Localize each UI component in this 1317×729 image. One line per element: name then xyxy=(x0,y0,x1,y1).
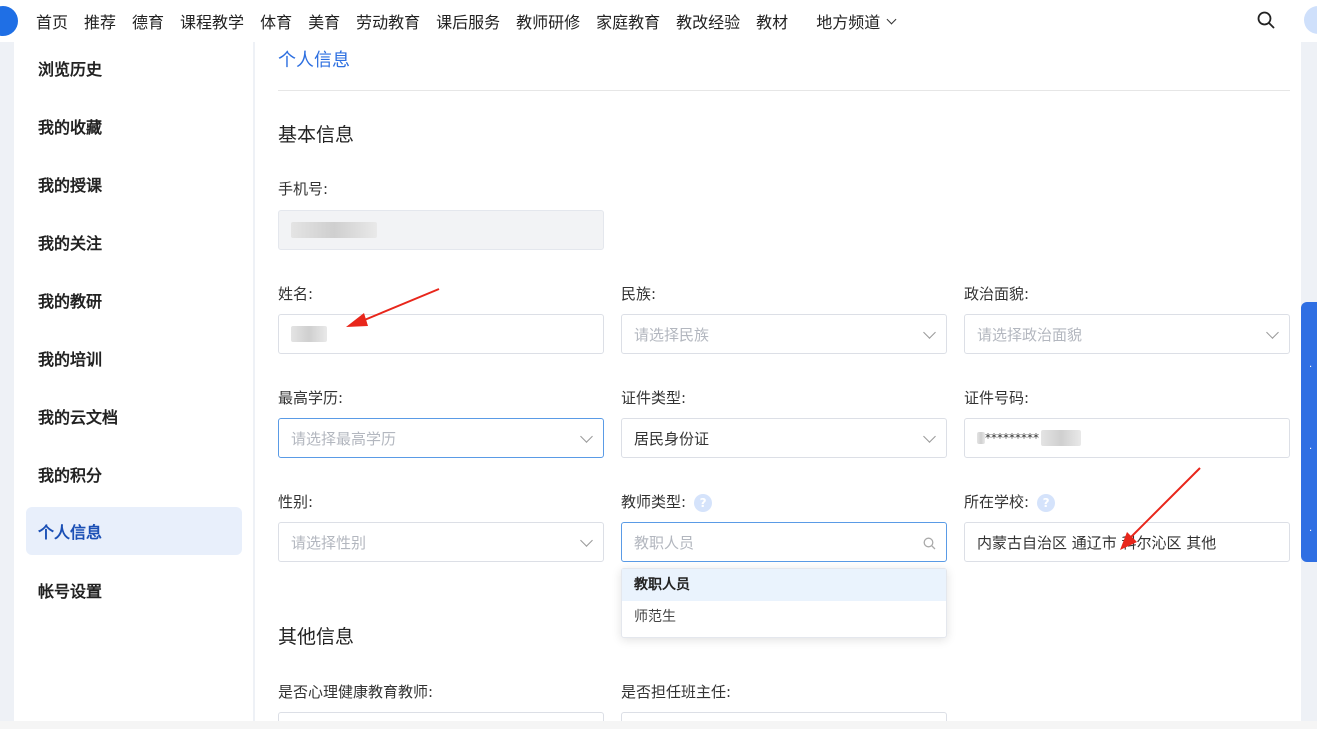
political-select[interactable]: 请选择政治面貌 xyxy=(964,314,1290,354)
section-title-other: 其他信息 xyxy=(278,626,355,648)
gender-label: 性别: xyxy=(278,493,314,511)
idnum-label: 证件号码: xyxy=(964,389,1030,407)
gender-placeholder: 请选择性别 xyxy=(291,533,367,552)
name-field[interactable] xyxy=(278,314,604,354)
teachertype-dropdown: 教职人员 师范生 xyxy=(621,568,947,638)
idtype-select[interactable]: 居民身份证 xyxy=(621,418,947,458)
sidebar-item-profile[interactable]: 个人信息 xyxy=(26,507,242,555)
education-label: 最高学历: xyxy=(278,389,344,407)
redacted-id-start xyxy=(977,432,985,444)
sidebar-item-following[interactable]: 我的关注 xyxy=(26,218,242,266)
search-icon[interactable] xyxy=(1257,11,1275,29)
search-icon xyxy=(923,537,936,550)
nav-item-family[interactable]: 家庭教育 xyxy=(596,9,660,33)
nav-item-teacher-training[interactable]: 教师研修 xyxy=(516,9,580,33)
teachertype-placeholder: 教职人员 xyxy=(634,533,695,552)
tab-profile[interactable]: 个人信息 xyxy=(278,46,350,72)
chevron-down-icon xyxy=(886,14,897,24)
main-content: 个人信息 基本信息 手机号: 姓名: 民族: 请选择民族 政治面貌: 请选择政治… xyxy=(255,42,1301,722)
teachertype-label: 教师类型:? xyxy=(621,491,713,512)
phone-field xyxy=(278,210,604,250)
redacted-name xyxy=(291,326,327,342)
ethnic-placeholder: 请选择民族 xyxy=(634,325,710,344)
ethnic-select[interactable]: 请选择民族 xyxy=(621,314,947,354)
section-title-basic: 基本信息 xyxy=(278,124,355,146)
status-bar xyxy=(0,721,1317,729)
divider xyxy=(278,90,1290,91)
ethnic-label: 民族: xyxy=(621,285,657,303)
school-field[interactable]: 内蒙古自治区 通辽市 科尔沁区 其他 xyxy=(964,522,1290,562)
nav-more-label: 地方频道 xyxy=(816,13,881,32)
nav-item-textbook[interactable]: 教材 xyxy=(756,9,788,33)
nav-item-afterschool[interactable]: 课后服务 xyxy=(436,9,500,33)
nav-item-curriculum[interactable]: 课程教学 xyxy=(180,9,244,33)
school-label: 所在学校:? xyxy=(964,491,1056,512)
chevron-down-icon xyxy=(580,534,593,547)
avatar[interactable] xyxy=(1304,6,1317,34)
nav-item-moral[interactable]: 德育 xyxy=(132,9,164,33)
idnum-field[interactable]: ********* xyxy=(964,418,1290,458)
chevron-down-icon xyxy=(1266,326,1279,339)
chevron-down-icon xyxy=(923,430,936,443)
side-tab-glyph: · xyxy=(1309,526,1313,537)
phone-label: 手机号: xyxy=(278,180,329,198)
school-label-text: 所在学校: xyxy=(964,493,1030,511)
gender-select[interactable]: 请选择性别 xyxy=(278,522,604,562)
dropdown-option-normal-student[interactable]: 师范生 xyxy=(622,601,946,633)
sidebar: 浏览历史 我的收藏 我的授课 我的关注 我的教研 我的培训 我的云文档 我的积分… xyxy=(14,42,253,722)
chevron-down-icon xyxy=(923,326,936,339)
education-select[interactable]: 请选择最高学历 xyxy=(278,418,604,458)
school-value: 内蒙古自治区 通辽市 科尔沁区 其他 xyxy=(977,533,1217,552)
redacted-phone xyxy=(291,222,377,238)
name-label: 姓名: xyxy=(278,285,314,303)
nav-item-labor[interactable]: 劳动教育 xyxy=(356,9,420,33)
sidebar-item-cloud-docs[interactable]: 我的云文档 xyxy=(26,392,242,440)
idtype-value: 居民身份证 xyxy=(634,429,710,448)
idnum-value: ********* xyxy=(985,431,1039,445)
side-tab-glyph: · xyxy=(1309,444,1313,455)
nav-item-reform[interactable]: 教改经验 xyxy=(676,9,740,33)
sidebar-item-favorites[interactable]: 我的收藏 xyxy=(26,102,242,150)
political-placeholder: 请选择政治面貌 xyxy=(977,325,1083,344)
teachertype-select[interactable]: 教职人员 xyxy=(621,522,947,562)
nav-item-home[interactable]: 首页 xyxy=(36,9,68,33)
side-tab-glyph: · xyxy=(1309,362,1313,373)
nav-menu: 首页 推荐 德育 课程教学 体育 美育 劳动教育 课后服务 教师研修 家庭教育 … xyxy=(36,0,911,42)
top-navbar: 首页 推荐 德育 课程教学 体育 美育 劳动教育 课后服务 教师研修 家庭教育 … xyxy=(0,0,1317,42)
site-logo[interactable] xyxy=(0,6,18,36)
nav-item-sports[interactable]: 体育 xyxy=(260,9,292,33)
sidebar-item-training[interactable]: 我的培训 xyxy=(26,334,242,382)
nav-item-arts[interactable]: 美育 xyxy=(308,9,340,33)
sidebar-item-history[interactable]: 浏览历史 xyxy=(26,44,242,92)
dropdown-option-staff[interactable]: 教职人员 xyxy=(622,569,946,601)
redacted-id-end xyxy=(1041,430,1081,446)
idtype-label: 证件类型: xyxy=(621,389,687,407)
sidebar-item-research[interactable]: 我的教研 xyxy=(26,276,242,324)
sidebar-item-points[interactable]: 我的积分 xyxy=(26,450,242,498)
help-icon[interactable]: ? xyxy=(1037,493,1056,512)
floating-side-tab[interactable]: · · · xyxy=(1301,302,1317,562)
psych-teacher-label: 是否心理健康教育教师: xyxy=(278,683,434,701)
headteacher-label: 是否担任班主任: xyxy=(621,683,732,701)
nav-item-recommend[interactable]: 推荐 xyxy=(84,9,116,33)
sidebar-item-lessons[interactable]: 我的授课 xyxy=(26,160,242,208)
help-icon[interactable]: ? xyxy=(694,493,713,512)
teachertype-label-text: 教师类型: xyxy=(621,493,687,511)
nav-item-local-channel[interactable]: 地方频道 xyxy=(816,9,897,33)
education-placeholder: 请选择最高学历 xyxy=(291,429,397,448)
chevron-down-icon xyxy=(580,430,593,443)
sidebar-item-account-settings[interactable]: 帐号设置 xyxy=(26,566,242,614)
political-label: 政治面貌: xyxy=(964,285,1030,303)
